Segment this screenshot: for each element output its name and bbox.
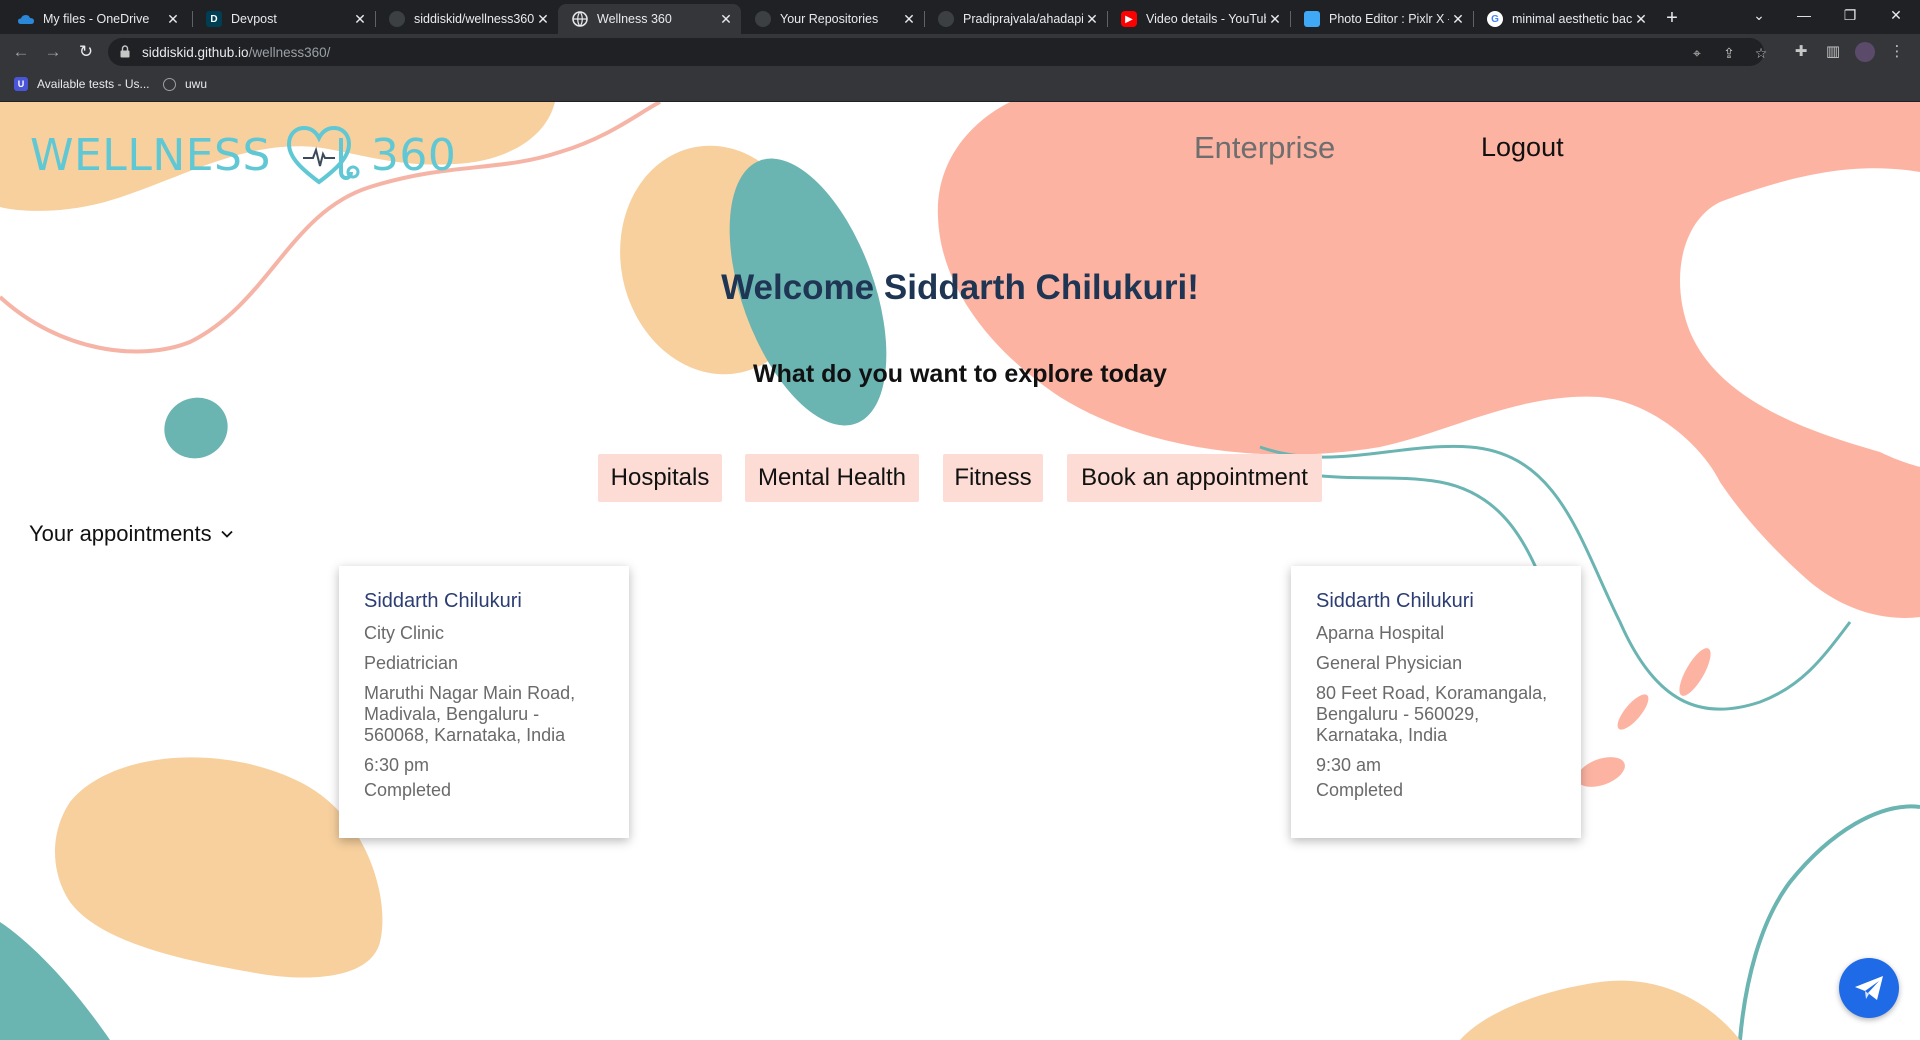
browser-toolbar: ← → ↻ siddiskid.github.io/wellness360/ ⌖…: [0, 34, 1920, 70]
specialty: Pediatrician: [364, 653, 459, 673]
tab-github-wellness360[interactable]: siddiskid/wellness360 ✕: [375, 4, 558, 34]
telegram-chat-button[interactable]: [1839, 958, 1899, 1018]
specialty: General Physician: [1316, 653, 1463, 673]
github-icon: [389, 11, 405, 27]
reload-button[interactable]: ↻: [74, 40, 98, 64]
heart-stethoscope-icon: [286, 125, 360, 185]
nav-logout-link[interactable]: Logout: [1481, 132, 1564, 163]
devpost-icon: D: [206, 11, 222, 27]
explore-subtitle: What do you want to explore today: [753, 360, 1167, 388]
patient-name: Siddarth Chilukuri: [364, 590, 522, 612]
location-icon[interactable]: ⌖: [1688, 44, 1706, 62]
minimize-button[interactable]: —: [1781, 0, 1827, 30]
appointment-time: 9:30 am: [1316, 755, 1382, 775]
tab-close-icon[interactable]: ✕: [351, 10, 369, 28]
address: Maruthi Nagar Main Road, Madivala, Benga…: [364, 683, 576, 745]
book-appointment-button[interactable]: Book an appointment: [1067, 454, 1322, 502]
tab-close-icon[interactable]: ✕: [900, 10, 918, 28]
tab-google-search[interactable]: G minimal aesthetic background ✕: [1473, 4, 1656, 34]
hospital-name: City Clinic: [364, 623, 445, 643]
wellness360-page: WELLNESS 360 Enterprise Logout Welcome S…: [0, 102, 1920, 1040]
profile-avatar[interactable]: [1855, 42, 1875, 62]
lock-icon: [120, 45, 130, 58]
bookmark-star-icon[interactable]: ☆: [1752, 44, 1770, 62]
tab-your-repositories[interactable]: Your Repositories ✕: [741, 4, 924, 34]
forward-button[interactable]: →: [41, 40, 65, 64]
appointment-time: 6:30 pm: [364, 755, 430, 775]
appointment-card: Siddarth Chilukuri Aparna Hospital Gener…: [1291, 566, 1581, 838]
mental-health-button[interactable]: Mental Health: [745, 454, 919, 502]
appointment-status: Completed: [1316, 780, 1404, 800]
globe-icon: [163, 77, 176, 91]
youtube-icon: ▶: [1121, 11, 1137, 27]
pixlr-icon: [1304, 11, 1320, 27]
hospital-name: Aparna Hospital: [1316, 623, 1445, 643]
hospitals-button[interactable]: Hospitals: [598, 454, 722, 502]
github-icon: [755, 11, 771, 27]
tab-onedrive[interactable]: My files - OneDrive ✕: [4, 4, 188, 34]
bookmarks-bar: U Available tests - Us... uwu: [0, 70, 1920, 102]
tab-close-icon[interactable]: ✕: [534, 10, 552, 28]
wellness360-logo[interactable]: WELLNESS 360: [30, 124, 456, 186]
bookmark-uwu[interactable]: uwu: [163, 77, 207, 91]
fitness-button[interactable]: Fitness: [943, 454, 1043, 502]
tab-close-icon[interactable]: ✕: [1449, 10, 1467, 28]
close-window-button[interactable]: ✕: [1873, 0, 1919, 30]
appointment-status: Completed: [364, 780, 452, 800]
patient-name: Siddarth Chilukuri: [1316, 590, 1474, 612]
google-icon: G: [1487, 11, 1503, 27]
chevron-down-icon: [221, 530, 233, 538]
appointment-card: Siddarth Chilukuri City Clinic Pediatric…: [339, 566, 629, 838]
tab-pixlr[interactable]: Photo Editor : Pixlr X - free ✕: [1290, 4, 1473, 34]
tab-search-button[interactable]: ⌄: [1736, 0, 1782, 30]
tab-youtube[interactable]: ▶ Video details - YouTube ✕: [1107, 4, 1290, 34]
extensions-icon[interactable]: ✚: [1791, 42, 1811, 62]
address-bar[interactable]: siddiskid.github.io/wellness360/ ⌖ ⇪ ☆: [108, 38, 1767, 66]
tab-devpost[interactable]: D Devpost ✕: [192, 4, 375, 34]
tab-close-icon[interactable]: ✕: [717, 10, 735, 28]
onedrive-icon: [18, 11, 34, 27]
github-icon: [938, 11, 954, 27]
back-button[interactable]: ←: [9, 40, 33, 64]
tab-close-icon[interactable]: ✕: [1632, 10, 1650, 28]
browser-tabstrip: My files - OneDrive ✕ D Devpost ✕ siddis…: [0, 0, 1920, 34]
your-appointments-toggle[interactable]: Your appointments: [29, 521, 234, 547]
tab-wellness360[interactable]: Wellness 360 ✕: [558, 4, 741, 34]
address: 80 Feet Road, Koramangala, Bengaluru - 5…: [1316, 683, 1548, 745]
bookmark-available-tests[interactable]: U Available tests - Us...: [14, 77, 150, 91]
restore-button[interactable]: ❐: [1827, 0, 1873, 30]
tab-close-icon[interactable]: ✕: [164, 10, 182, 28]
globe-icon: [572, 11, 588, 27]
send-icon: [1855, 976, 1883, 1000]
welcome-heading: Welcome Siddarth Chilukuri!: [721, 268, 1199, 307]
tab-close-icon[interactable]: ✕: [1266, 10, 1284, 28]
share-icon[interactable]: ⇪: [1720, 44, 1738, 62]
tab-ahadapi[interactable]: Pradiprajvala/ahadapi ✕: [924, 4, 1107, 34]
decorative-background: [0, 102, 1920, 1040]
nav-enterprise-link[interactable]: Enterprise: [1194, 130, 1335, 166]
udemy-icon: U: [14, 77, 28, 91]
new-tab-button[interactable]: +: [1660, 7, 1684, 31]
url-text: siddiskid.github.io/wellness360/: [142, 45, 331, 60]
side-panel-icon[interactable]: ▥: [1823, 42, 1843, 62]
menu-icon[interactable]: ⋮: [1887, 42, 1907, 62]
tab-close-icon[interactable]: ✕: [1083, 10, 1101, 28]
